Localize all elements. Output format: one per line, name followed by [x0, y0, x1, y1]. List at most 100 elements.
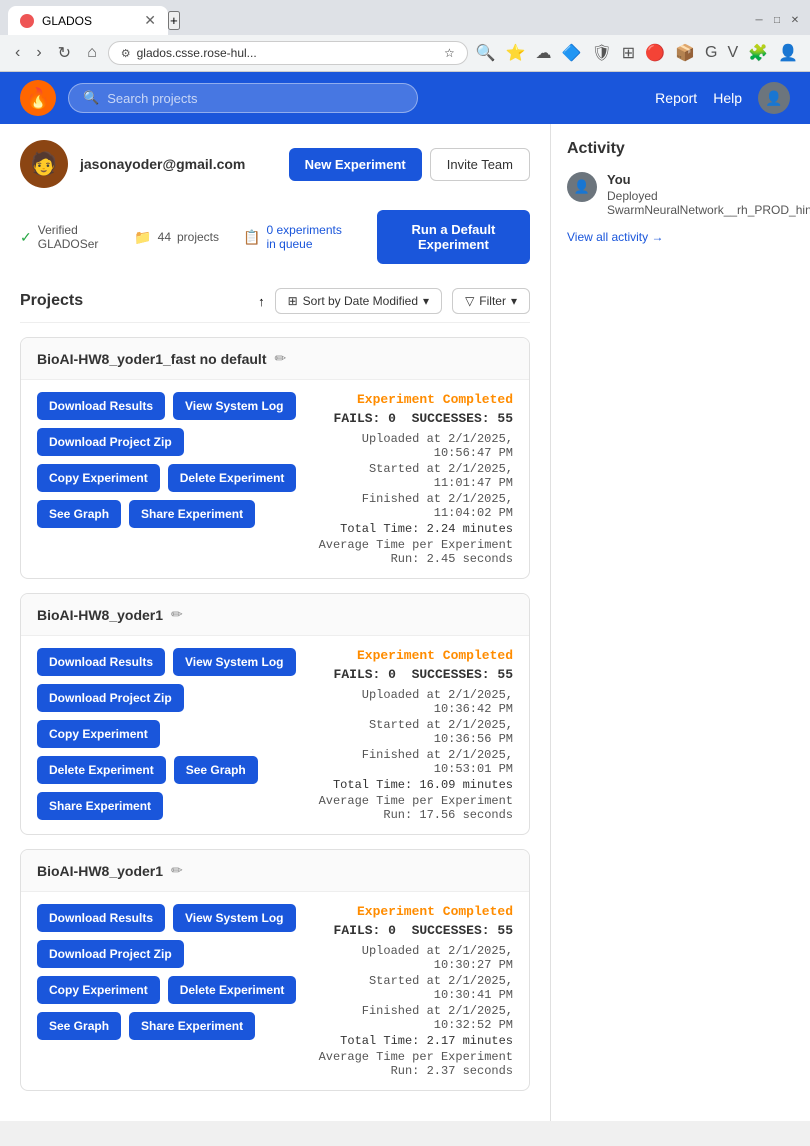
- edit-icon-1[interactable]: ✏: [171, 606, 183, 623]
- sort-chevron-icon: ▾: [423, 294, 429, 308]
- left-panel: 🧑 jasonayoder@gmail.com New Experiment I…: [0, 124, 550, 1121]
- extension-icon-6[interactable]: ⊞: [620, 41, 637, 65]
- delete-experiment-button-0[interactable]: Delete Experiment: [168, 464, 297, 492]
- queue-link[interactable]: 0 experiments in queue: [266, 223, 352, 251]
- extension-icon-2[interactable]: ⭐: [504, 41, 528, 65]
- profile-button[interactable]: 👤: [776, 41, 800, 65]
- report-link[interactable]: Report: [655, 90, 697, 106]
- download-results-button-2[interactable]: Download Results: [37, 904, 165, 932]
- close-button[interactable]: ✕: [788, 14, 802, 28]
- extension-icon-3[interactable]: ☁: [534, 41, 554, 65]
- tab-favicon: [20, 14, 34, 28]
- extensions-button[interactable]: 🧩: [746, 41, 770, 65]
- experiment-card-1: BioAI-HW8_yoder1 ✏ Download Results View…: [20, 593, 530, 835]
- filter-button[interactable]: ▽ Filter ▾: [452, 288, 530, 314]
- extension-icon-10[interactable]: V: [725, 42, 740, 64]
- user-actions: New Experiment Invite Team: [289, 148, 530, 181]
- star-icon[interactable]: ☆: [444, 46, 455, 60]
- download-project-zip-button-1[interactable]: Download Project Zip: [37, 684, 184, 712]
- delete-experiment-button-1[interactable]: Delete Experiment: [37, 756, 166, 784]
- app-header: 🔥 🔍 Report Help 👤: [0, 72, 810, 124]
- started-2: Started at 2/1/2025, 10:30:41 PM: [312, 974, 513, 1002]
- download-project-zip-button-0[interactable]: Download Project Zip: [37, 428, 184, 456]
- share-experiment-button-2[interactable]: Share Experiment: [129, 1012, 255, 1040]
- extension-icon-9[interactable]: G: [703, 42, 719, 64]
- card-header-2: BioAI-HW8_yoder1 ✏: [21, 850, 529, 892]
- active-tab[interactable]: GLADOS ✕: [8, 6, 168, 35]
- maximize-button[interactable]: □: [770, 14, 784, 28]
- share-experiment-button-1[interactable]: Share Experiment: [37, 792, 163, 820]
- edit-icon-0[interactable]: ✏: [274, 350, 286, 367]
- sort-label: Sort by Date Modified: [303, 294, 418, 308]
- search-input[interactable]: [107, 91, 403, 106]
- right-panel: Activity 👤 You 3h Deployed SwarmNeuralNe…: [550, 124, 810, 1121]
- copy-experiment-button-1[interactable]: Copy Experiment: [37, 720, 160, 748]
- uploaded-1: Uploaded at 2/1/2025, 10:36:42 PM: [312, 688, 514, 716]
- verified-label: Verified GLADOSer: [38, 223, 110, 251]
- download-results-button-1[interactable]: Download Results: [37, 648, 165, 676]
- download-project-zip-button-2[interactable]: Download Project Zip: [37, 940, 184, 968]
- action-row-3-1: Copy Experiment: [37, 720, 296, 748]
- action-row-3-0: Copy Experiment Delete Experiment: [37, 464, 296, 492]
- avg-time-1: Average Time per Experiment Run: 17.56 s…: [312, 794, 514, 822]
- card-title-1: BioAI-HW8_yoder1: [37, 607, 163, 623]
- home-button[interactable]: ⌂: [82, 42, 102, 64]
- activity-item-0: 👤 You 3h Deployed SwarmNeuralNetwork__rh…: [567, 172, 794, 217]
- card-body-0: Download Results View System Log Downloa…: [21, 380, 529, 578]
- extension-icon-5[interactable]: 🛡: [589, 41, 613, 65]
- card-title-2: BioAI-HW8_yoder1: [37, 863, 163, 879]
- new-tab-button[interactable]: +: [168, 11, 180, 30]
- invite-team-button[interactable]: Invite Team: [430, 148, 530, 181]
- card-header-0: BioAI-HW8_yoder1_fast no default ✏: [21, 338, 529, 380]
- uploaded-0: Uploaded at 2/1/2025, 10:56:47 PM: [312, 432, 513, 460]
- extension-icon-4[interactable]: 🔷: [560, 41, 584, 65]
- see-graph-button-1[interactable]: See Graph: [174, 756, 258, 784]
- share-experiment-button-0[interactable]: Share Experiment: [129, 500, 255, 528]
- run-default-button[interactable]: Run a Default Experiment: [377, 210, 530, 264]
- card-actions-0: Download Results View System Log Downloa…: [37, 392, 296, 566]
- card-results-0: Experiment Completed FAILS: 0 SUCCESSES:…: [312, 392, 513, 566]
- see-graph-button-0[interactable]: See Graph: [37, 500, 121, 528]
- main-layout: 🧑 jasonayoder@gmail.com New Experiment I…: [0, 124, 810, 1121]
- forward-button[interactable]: ›: [31, 42, 46, 64]
- started-0: Started at 2/1/2025, 11:01:47 PM: [312, 462, 513, 490]
- new-experiment-button[interactable]: New Experiment: [289, 148, 422, 181]
- action-row-2-2: Download Project Zip: [37, 940, 296, 968]
- app-logo: 🔥: [20, 80, 56, 116]
- view-system-log-button-1[interactable]: View System Log: [173, 648, 295, 676]
- view-system-log-button-2[interactable]: View System Log: [173, 904, 295, 932]
- tab-title: GLADOS: [42, 14, 136, 28]
- download-results-button-0[interactable]: Download Results: [37, 392, 165, 420]
- extension-icon-7[interactable]: 🔴: [643, 41, 667, 65]
- edit-icon-2[interactable]: ✏: [171, 862, 183, 879]
- delete-experiment-button-2[interactable]: Delete Experiment: [168, 976, 297, 1004]
- extension-icon-8[interactable]: 📦: [673, 41, 697, 65]
- view-all-activity-link[interactable]: View all activity →: [567, 230, 663, 244]
- avg-time-0: Average Time per Experiment Run: 2.45 se…: [312, 538, 513, 566]
- back-button[interactable]: ‹: [10, 42, 25, 64]
- minimize-button[interactable]: ─: [752, 14, 766, 28]
- view-system-log-button-0[interactable]: View System Log: [173, 392, 295, 420]
- sort-button[interactable]: ⊞ Sort by Date Modified ▾: [275, 288, 442, 314]
- card-header-1: BioAI-HW8_yoder1 ✏: [21, 594, 529, 636]
- help-link[interactable]: Help: [713, 90, 742, 106]
- see-graph-button-2[interactable]: See Graph: [37, 1012, 121, 1040]
- reload-button[interactable]: ↻: [53, 41, 76, 65]
- result-status-1: Experiment Completed: [312, 648, 514, 663]
- card-title-0: BioAI-HW8_yoder1_fast no default: [37, 351, 266, 367]
- sort-icon-grid: ⊞: [288, 294, 298, 308]
- activity-user-0: You: [607, 172, 631, 187]
- successes-2: SUCCESSES: 55: [412, 923, 513, 938]
- user-avatar-header[interactable]: 👤: [758, 82, 790, 114]
- card-results-2: Experiment Completed FAILS: 0 SUCCESSES:…: [312, 904, 513, 1078]
- copy-experiment-button-0[interactable]: Copy Experiment: [37, 464, 160, 492]
- activity-avatar-0: 👤: [567, 172, 597, 202]
- extension-icon-1[interactable]: 🔍: [474, 41, 498, 65]
- address-bar[interactable]: ⚙ glados.csse.rose-hul... ☆: [108, 41, 468, 65]
- header-right: Report Help 👤: [655, 82, 790, 114]
- lock-icon: ⚙: [121, 47, 131, 60]
- copy-experiment-button-2[interactable]: Copy Experiment: [37, 976, 160, 1004]
- result-counts-2: FAILS: 0 SUCCESSES: 55: [312, 923, 513, 938]
- tab-close-button[interactable]: ✕: [144, 12, 156, 29]
- search-bar-container[interactable]: 🔍: [68, 83, 418, 113]
